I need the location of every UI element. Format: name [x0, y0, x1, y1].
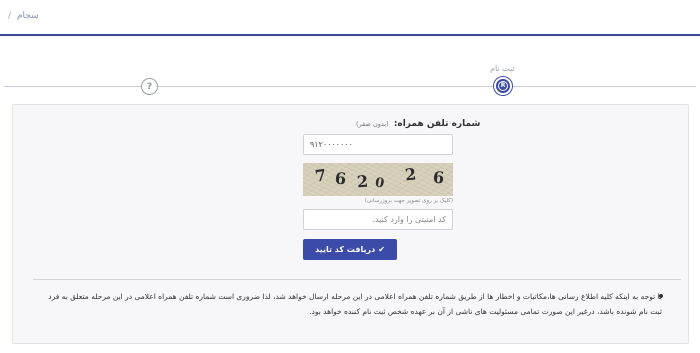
phone-hint: (بدون صفر) — [356, 120, 389, 128]
get-code-button[interactable]: ✔ دریافت کد تایید — [303, 239, 397, 260]
registered-icon: R — [498, 81, 508, 91]
captcha-digit: 2 — [404, 164, 418, 185]
step-register: R — [494, 77, 512, 95]
captcha-digit: 6 — [432, 167, 445, 188]
step-label-register: ثبت نام — [490, 64, 515, 73]
captcha-hint: (کلیک بر روی تصویر جهت بروزرسانی) — [364, 198, 453, 204]
phone-label-text: شماره تلفن همراه: — [393, 119, 481, 129]
check-icon: ✔ — [378, 245, 385, 254]
question-icon: ? — [141, 78, 158, 95]
step-line — [4, 86, 696, 87]
captcha-digit: 2 — [356, 171, 369, 192]
step-indicator: ثبت نام R — [0, 60, 700, 100]
get-code-label: دریافت کد تایید — [315, 245, 376, 254]
breadcrumb: سجام / — [8, 11, 39, 21]
breadcrumb-current[interactable]: سجام — [17, 11, 39, 21]
top-bar: سجام / — [0, 0, 700, 36]
security-code-input[interactable] — [303, 209, 453, 230]
captcha-digits: 7 6 2 0 2 6 — [303, 163, 453, 196]
phone-input[interactable] — [303, 134, 453, 155]
captcha-digit: 6 — [334, 168, 347, 189]
divider — [33, 279, 681, 280]
captcha-digit: 7 — [313, 165, 328, 186]
captcha-image[interactable]: 7 6 2 0 2 6 — [303, 163, 453, 196]
captcha-digit: 0 — [373, 175, 386, 192]
breadcrumb-separator: / — [8, 11, 12, 21]
phone-label: شماره تلفن همراه: (بدون صفر) — [356, 119, 480, 129]
notice-text: با توجه به اینکه کلیه اطلاع رسانی ها،مکا… — [48, 292, 662, 316]
